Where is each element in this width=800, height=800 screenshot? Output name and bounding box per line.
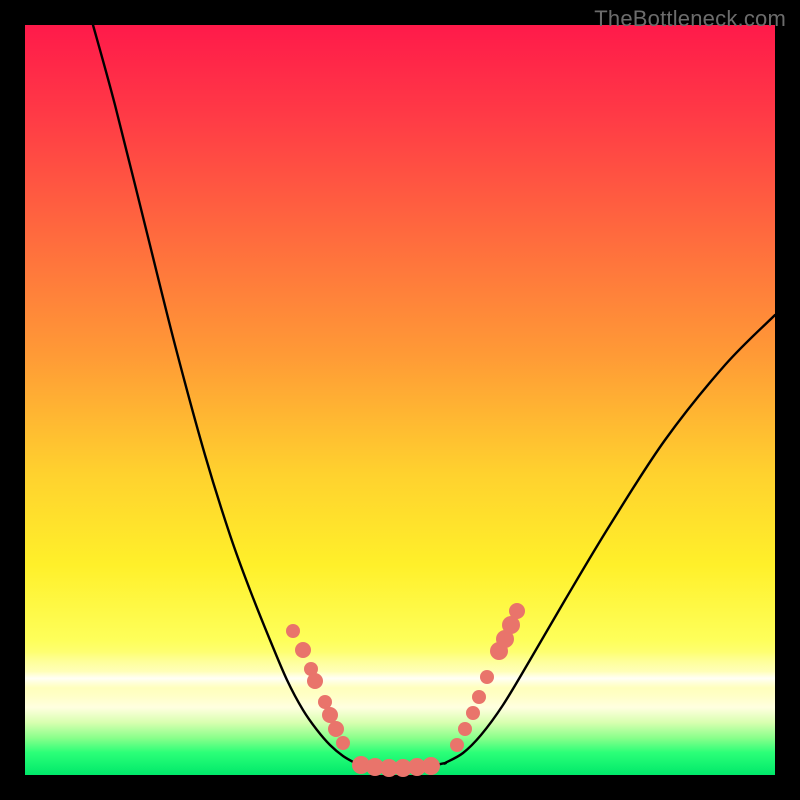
curve-marker — [307, 673, 323, 689]
curve-marker — [322, 707, 338, 723]
curve-marker — [336, 736, 350, 750]
curve-marker — [295, 642, 311, 658]
curve-marker — [458, 722, 472, 736]
bottleneck-curve — [93, 25, 775, 768]
curve-marker — [472, 690, 486, 704]
curve-marker — [509, 603, 525, 619]
curve-marker — [286, 624, 300, 638]
curve-marker — [450, 738, 464, 752]
curve-marker — [328, 721, 344, 737]
bottleneck-curve-svg — [25, 25, 775, 775]
curve-marker — [422, 757, 440, 775]
curve-marker — [318, 695, 332, 709]
curve-marker — [480, 670, 494, 684]
watermark: TheBottleneck.com — [594, 6, 786, 32]
curve-marker — [466, 706, 480, 720]
curve-markers — [286, 603, 525, 777]
